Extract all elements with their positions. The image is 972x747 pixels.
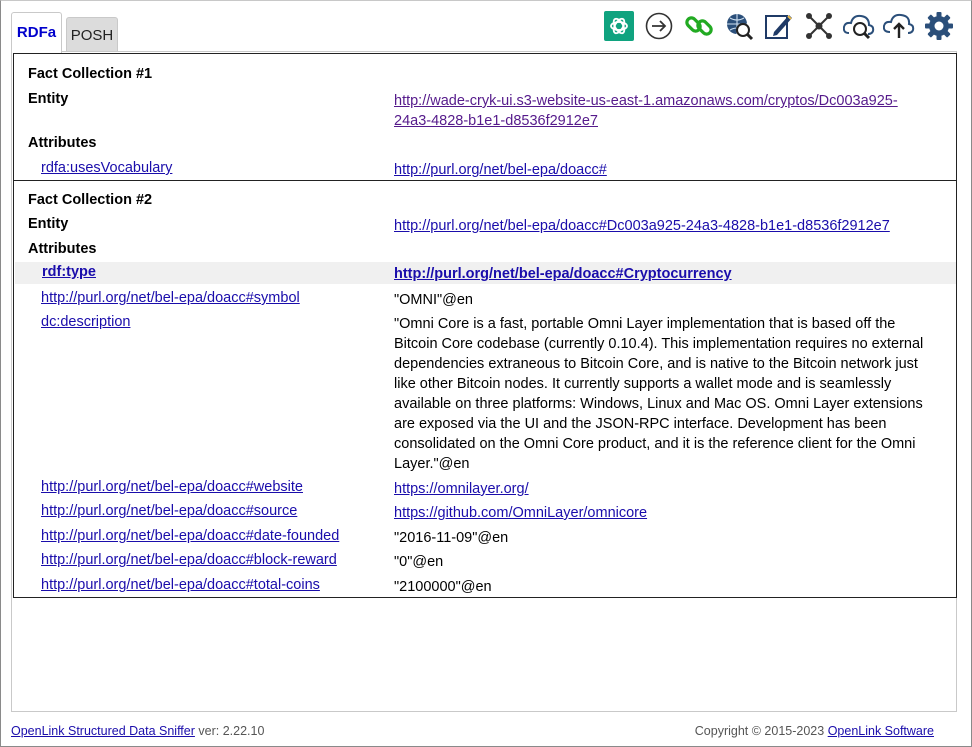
predicate-link[interactable]: dc:description xyxy=(41,314,130,330)
literal-value: "Omni Core is a fast, portable Omni Laye… xyxy=(394,316,924,472)
predicate-link[interactable]: http://purl.org/net/bel-epa/doacc#block-… xyxy=(41,552,337,568)
entity-label: Entity xyxy=(28,216,69,232)
predicate-link[interactable]: rdfa:usesVocabulary xyxy=(41,160,172,176)
edit-pencil-icon[interactable] xyxy=(763,10,795,42)
cloud-upload-icon[interactable] xyxy=(883,10,915,42)
fact-collection-1: Fact Collection #1 Entity http://wade-cr… xyxy=(13,53,957,181)
version-text: ver: 2.22.10 xyxy=(194,724,265,738)
predicate-link[interactable]: http://purl.org/net/bel-epa/doacc#symbol xyxy=(41,290,300,306)
value-link[interactable]: http://purl.org/net/bel-epa/doacc#Crypto… xyxy=(394,264,939,284)
entity-label: Entity xyxy=(28,91,69,107)
predicate-link[interactable]: http://purl.org/net/bel-epa/doacc#websit… xyxy=(41,479,303,495)
literal-value: "2016-11-09"@en xyxy=(394,530,509,546)
value-link[interactable]: https://omnilayer.org/ xyxy=(394,479,939,499)
company-link[interactable]: OpenLink Software xyxy=(828,724,934,738)
entity-link[interactable]: http://wade-cryk-ui.s3-website-us-east-1… xyxy=(394,93,898,129)
fact-collection-2: Fact Collection #2 Entity http://purl.or… xyxy=(13,180,957,598)
predicate-link[interactable]: http://purl.org/net/bel-epa/doacc#source xyxy=(41,503,297,519)
settings-gear-icon[interactable] xyxy=(923,10,955,42)
highlighted-row: rdf:type http://purl.org/net/bel-epa/doa… xyxy=(15,262,956,284)
predicate-link[interactable]: http://purl.org/net/bel-epa/doacc#total-… xyxy=(41,577,320,593)
literal-value: "0"@en xyxy=(394,554,444,570)
footer-version: OpenLink Structured Data Sniffer ver: 2.… xyxy=(11,724,264,738)
entity-link[interactable]: http://purl.org/net/bel-epa/doacc#Dc003a… xyxy=(394,216,939,236)
app-link[interactable]: OpenLink Structured Data Sniffer xyxy=(11,724,195,738)
tab-rdfa[interactable]: RDFa xyxy=(11,12,62,53)
attributes-label: Attributes xyxy=(28,241,97,257)
graph-network-icon[interactable] xyxy=(803,10,835,42)
cloud-search-icon[interactable] xyxy=(843,10,875,42)
predicate-link[interactable]: rdf:type xyxy=(42,264,96,280)
login-arrow-icon[interactable] xyxy=(643,10,675,42)
results-panel: Fact Collection #1 Entity http://wade-cr… xyxy=(11,51,957,712)
value-link[interactable]: http://purl.org/net/bel-epa/doacc# xyxy=(394,160,939,180)
attributes-label: Attributes xyxy=(28,135,97,151)
predicate-link[interactable]: http://purl.org/net/bel-epa/doacc#date-f… xyxy=(41,528,339,544)
fact-collection-title: Fact Collection #1 xyxy=(28,66,153,82)
value-link[interactable]: https://github.com/OmniLayer/omnicore xyxy=(394,503,939,523)
globe-search-icon[interactable] xyxy=(723,10,755,42)
copyright-text: Copyright © 2015-2023 xyxy=(694,724,828,738)
chain-link-icon[interactable] xyxy=(683,10,715,42)
fact-collection-title: Fact Collection #2 xyxy=(28,192,153,208)
footer-copyright: Copyright © 2015-2023 OpenLink Software xyxy=(695,724,934,738)
literal-value: "2100000"@en xyxy=(394,579,492,595)
chatgpt-icon[interactable] xyxy=(603,10,635,42)
literal-value: "OMNI"@en xyxy=(394,292,473,308)
tab-posh[interactable]: POSH xyxy=(66,17,118,52)
